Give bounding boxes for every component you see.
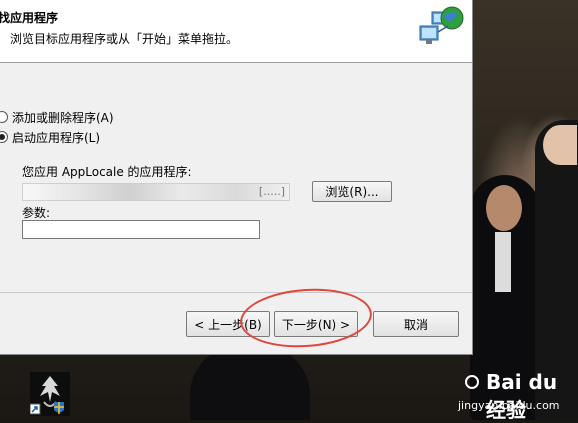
skyrim-shortcut-icon[interactable] xyxy=(30,372,70,416)
watermark-url: jingyan.baidu.com xyxy=(458,399,560,412)
radio-label-launch: 启动应用程序(L) xyxy=(12,131,101,145)
wizard-header: 找应用程序 浏览目标应用程序或从「开始」菜单拖拉。 xyxy=(0,0,472,63)
wallpaper-figure xyxy=(190,345,310,420)
wallpaper-shirt xyxy=(495,232,511,292)
application-path-text: [.....] xyxy=(258,185,285,198)
params-label: 参数: xyxy=(22,206,51,220)
wallpaper-figure-head xyxy=(486,185,522,231)
radio-label-add-remove: 添加或删除程序(A) xyxy=(12,111,114,125)
cancel-button[interactable]: 取消 xyxy=(373,311,459,337)
application-path-field[interactable]: [.....] xyxy=(22,183,290,201)
button-area-divider xyxy=(0,292,472,293)
network-globe-icon xyxy=(419,6,464,44)
wallpaper-figure-face xyxy=(543,125,577,165)
applocale-wizard-dialog: 找应用程序 浏览目标应用程序或从「开始」菜单拖拉。 添加或删除程序(A) 启动应… xyxy=(0,0,473,355)
wizard-subtitle: 浏览目标应用程序或从「开始」菜单拖拉。 xyxy=(10,32,239,46)
params-input[interactable] xyxy=(22,220,260,239)
wizard-title: 找应用程序 xyxy=(0,11,59,25)
watermark-brand: Bai du 经验 xyxy=(486,370,558,422)
application-label: 您应用 AppLocale 的应用程序: xyxy=(22,165,192,179)
radio-launch-application[interactable] xyxy=(0,131,8,143)
browse-button[interactable]: 浏览(R)... xyxy=(312,181,392,202)
radio-add-remove-programs[interactable] xyxy=(0,111,8,123)
